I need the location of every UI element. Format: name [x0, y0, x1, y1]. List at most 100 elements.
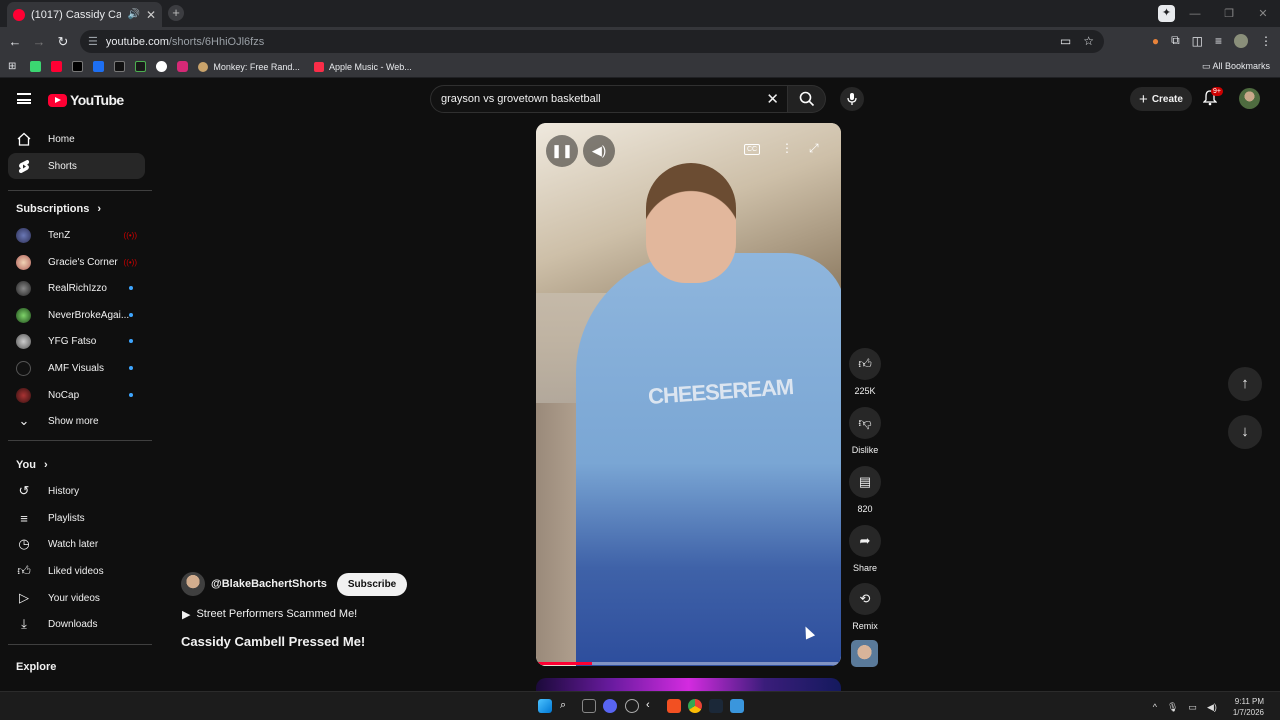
bookmark-monkey[interactable]: Monkey: Free Rand... — [198, 61, 300, 72]
short-title[interactable]: Cassidy Cambell Pressed Me! — [181, 634, 365, 649]
reload-button[interactable]: ↻ — [51, 34, 75, 50]
sidebar-divider — [8, 190, 152, 191]
music-link[interactable]: ▶ Street Performers Scammed Me! — [182, 608, 357, 621]
more-options-icon[interactable]: ⋮ — [781, 141, 793, 155]
forward-button[interactable]: → — [27, 34, 51, 49]
search-button[interactable] — [788, 85, 826, 113]
address-bar[interactable]: ☰ youtube.com/shorts/6HhiOJl6fzs ▭ ☆ — [80, 30, 1104, 53]
bookmark-x-icon[interactable] — [72, 61, 84, 72]
fullscreen-icon[interactable]: ⤢ — [809, 141, 819, 156]
sidebar-item-playlists[interactable]: ≡ Playlists — [8, 505, 145, 531]
menu-icon[interactable] — [17, 93, 31, 104]
extensions-puzzle-icon[interactable]: ⧉ — [1171, 33, 1180, 48]
sidepanel-icon[interactable]: ◫ — [1192, 34, 1203, 48]
task-view-icon[interactable] — [582, 699, 596, 713]
close-window-button[interactable]: ✕ — [1246, 7, 1280, 20]
captions-icon[interactable]: CC — [744, 144, 761, 155]
clock[interactable]: 9:11 PM 1/7/2026 — [1233, 696, 1264, 718]
volume-tray-icon[interactable]: ◀) — [1207, 702, 1217, 713]
share-button[interactable]: ➦ Share — [848, 525, 882, 573]
minimize-button[interactable]: — — [1178, 8, 1212, 20]
app-icon[interactable] — [667, 699, 681, 713]
youtube-play-icon — [48, 93, 67, 107]
next-short-button[interactable]: ↓ — [1228, 415, 1262, 449]
bookmark-kick-icon[interactable] — [30, 61, 42, 72]
previous-short-button[interactable]: ↑ — [1228, 367, 1262, 401]
new-content-dot — [129, 339, 133, 343]
tray-chevron-icon[interactable]: ^ — [1153, 702, 1157, 712]
sidebar-item-home[interactable]: Home — [8, 126, 145, 152]
close-tab-icon[interactable]: ✕ — [146, 8, 156, 22]
discord-icon[interactable] — [603, 699, 617, 713]
explorer-icon[interactable] — [730, 699, 744, 713]
sidebar-item-downloads[interactable]: ⤓ Downloads — [8, 611, 145, 637]
sidebar-item-show-more[interactable]: ⌄ Show more — [8, 408, 145, 434]
you-heading[interactable]: You › — [16, 459, 48, 471]
channel-avatar[interactable] — [181, 572, 205, 596]
browser-tab[interactable]: (1017) Cassidy Cambell Pre 🔊 ✕ — [7, 2, 162, 27]
create-button[interactable]: + Create — [1130, 87, 1192, 111]
cast-icon[interactable]: ▭ — [1060, 34, 1071, 48]
sidebar-item-tenz[interactable]: TenZ ((•)) — [8, 222, 145, 248]
bookmark-h-icon[interactable] — [135, 61, 147, 72]
youtube-logo[interactable]: YouTube — [48, 92, 124, 108]
media-icon[interactable]: ≡ — [1215, 34, 1222, 48]
bookmark-apple-music[interactable]: Apple Music - Web... — [313, 61, 412, 72]
voice-search-button[interactable] — [840, 87, 864, 111]
progress-fill — [538, 662, 592, 665]
dislike-button[interactable]: 👎︎ Dislike — [848, 407, 882, 455]
bookmark-youtube-icon[interactable] — [51, 61, 63, 72]
new-tab-button[interactable]: + — [168, 5, 184, 21]
site-info-icon[interactable]: ☰ — [88, 35, 98, 48]
sidebar-item-amf-visuals[interactable]: AMF Visuals — [8, 355, 145, 381]
back-button[interactable]: ← — [3, 34, 27, 49]
like-button[interactable]: 👍︎ 225K — [848, 348, 882, 396]
next-short-preview[interactable] — [536, 678, 841, 691]
short-video-player[interactable]: CHEESEREAM ❚❚ ◀) CC ⋮ ⤢ — [536, 123, 841, 666]
sidebar-item-history[interactable]: ↺ History — [8, 478, 145, 504]
pause-button[interactable]: ❚❚ — [546, 135, 578, 167]
sidebar-item-your-videos[interactable]: ▷ Your videos — [8, 585, 145, 611]
all-bookmarks[interactable]: ▭ All Bookmarks — [1202, 61, 1270, 72]
subscribe-button[interactable]: Subscribe — [336, 572, 408, 596]
channel-name[interactable]: @BlakeBachertShorts — [211, 578, 327, 590]
subscriptions-heading[interactable]: Subscriptions › — [16, 203, 101, 215]
apps-grid-icon[interactable]: ⊞ — [8, 61, 16, 72]
chrome-icon[interactable] — [688, 699, 702, 713]
bookmark-instagram-icon[interactable] — [177, 61, 189, 72]
menu-dots-icon[interactable]: ⋮ — [1260, 34, 1272, 48]
extension-icon[interactable]: ● — [1152, 34, 1159, 48]
search-input[interactable]: grayson vs grovetown basketball ✕ — [430, 85, 788, 113]
sidebar-item-shorts[interactable]: Shorts — [8, 153, 145, 179]
sidebar-item-gracies-corner[interactable]: Gracie's Corner ((•)) — [8, 249, 145, 275]
maximize-button[interactable]: ❐ — [1212, 7, 1246, 20]
bookmark-circle-icon[interactable] — [156, 61, 168, 72]
speaker-icon[interactable]: 🔊 — [127, 9, 139, 20]
sound-thumbnail[interactable] — [851, 640, 878, 667]
gemini-icon[interactable]: ✦ — [1158, 5, 1175, 22]
comments-button[interactable]: ▤ 820 — [848, 466, 882, 514]
bookmark-tiktok-icon[interactable] — [114, 61, 126, 72]
cursor-app-icon[interactable]: ‹ — [646, 699, 660, 713]
sidebar-item-neverbrokeagain[interactable]: NeverBrokeAgai... — [8, 302, 145, 328]
chevron-right-icon: › — [97, 203, 102, 215]
network-icon[interactable]: ▭ — [1188, 702, 1197, 713]
volume-button[interactable]: ◀) — [583, 135, 615, 167]
profile-avatar[interactable] — [1234, 33, 1248, 48]
sidebar-item-nocap[interactable]: NoCap — [8, 382, 145, 408]
bookmark-star-icon[interactable]: ☆ — [1083, 34, 1094, 48]
sidebar-item-liked-videos[interactable]: 👍︎ Liked videos — [8, 558, 145, 584]
bookmark-shield-icon[interactable] — [93, 61, 105, 72]
clear-search-icon[interactable]: ✕ — [766, 90, 779, 108]
remix-button[interactable]: ⟲ Remix — [848, 583, 882, 631]
progress-bar[interactable] — [538, 662, 838, 665]
start-icon[interactable] — [538, 699, 552, 713]
sidebar-item-realrichizzo[interactable]: RealRichIzzo — [8, 275, 145, 301]
account-avatar[interactable] — [1239, 88, 1260, 109]
sidebar-item-yfg-fatso[interactable]: YFG Fatso — [8, 328, 145, 354]
search-icon[interactable]: ⌕ — [560, 699, 574, 713]
settings-icon[interactable] — [625, 699, 639, 713]
steam-icon[interactable] — [709, 699, 723, 713]
mic-tray-icon[interactable]: 🎙︎ — [1167, 702, 1178, 713]
sidebar-item-watch-later[interactable]: ◷ Watch later — [8, 531, 145, 557]
